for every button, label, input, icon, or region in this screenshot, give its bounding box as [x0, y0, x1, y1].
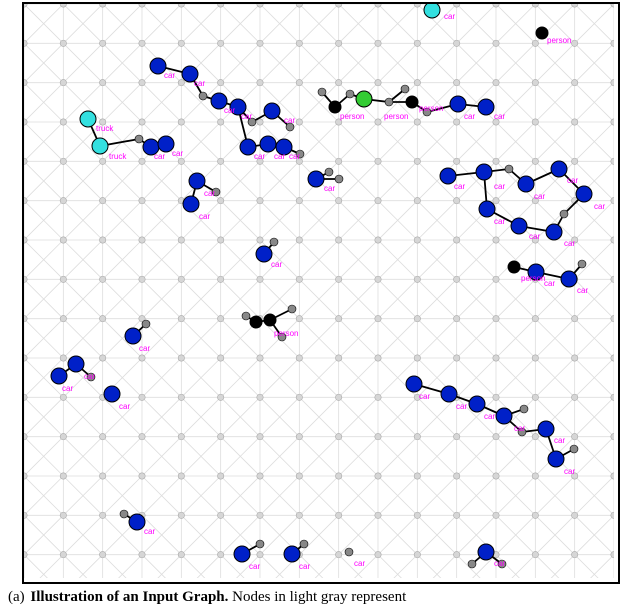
- caption-title: Illustration of an Input Graph.: [30, 589, 228, 605]
- figure-caption: (a) Illustration of an Input Graph. Node…: [8, 588, 632, 606]
- graph-svg: [24, 4, 614, 578]
- graph-canvas: carpersoncarcarcarcarcarpersonpersonpers…: [22, 2, 620, 584]
- caption-label: (a): [8, 589, 25, 605]
- caption-tail: Nodes in light gray represent: [232, 589, 406, 605]
- figure-wrap: carpersoncarcarcarcarcarpersonpersonpers…: [0, 0, 640, 610]
